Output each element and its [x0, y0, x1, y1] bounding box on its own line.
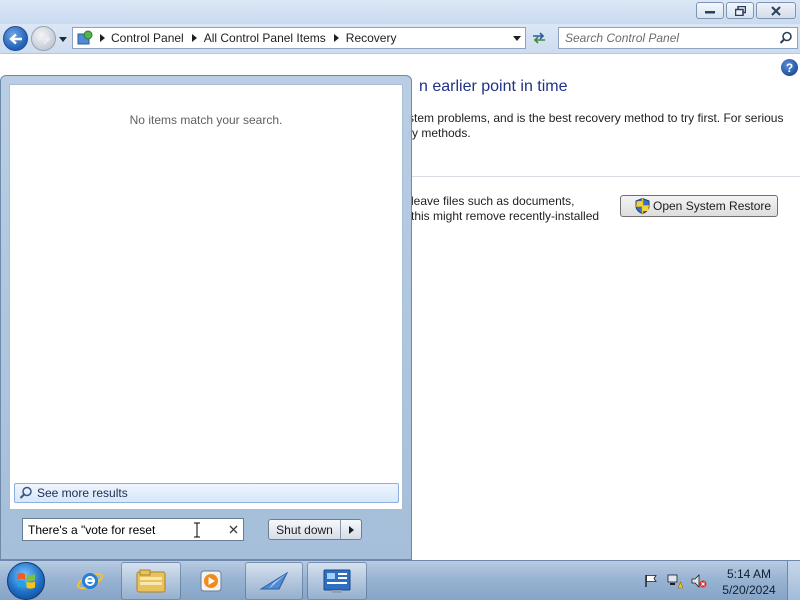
system-clock[interactable]: 5:14 AM 5/20/2024: [716, 566, 782, 598]
control-panel-icon: [75, 28, 95, 48]
taskbar-windows-explorer[interactable]: [121, 562, 181, 600]
address-bar[interactable]: Control Panel All Control Panel Items Re…: [72, 27, 526, 49]
clock-date: 5/20/2024: [722, 583, 776, 597]
taskbar-remote-app[interactable]: [245, 562, 303, 600]
network-warning-icon: [667, 574, 683, 589]
title-bar: [0, 0, 800, 24]
refresh-icon: [533, 32, 545, 44]
taskbar-media-player[interactable]: [186, 562, 236, 600]
close-button[interactable]: [756, 2, 796, 19]
back-arrow-icon: [8, 33, 22, 44]
taskbar-control-panel[interactable]: [307, 562, 367, 600]
remote-app-icon: [259, 571, 289, 590]
search-control-panel-box[interactable]: [558, 27, 798, 49]
see-more-results-label: See more results: [37, 486, 128, 500]
clock-time: 5:14 AM: [726, 567, 772, 581]
no-results-message: No items match your search.: [129, 113, 283, 127]
restore-window-icon: [734, 5, 746, 16]
system-restore-text-line-1: leave files such as documents,: [411, 194, 575, 208]
network-tray[interactable]: [666, 561, 684, 600]
chevron-right-icon: [348, 525, 354, 534]
show-desktop-button[interactable]: [787, 561, 800, 600]
minimize-icon: [705, 10, 715, 13]
clear-icon: [229, 525, 237, 533]
restore-description-line-1: stem problems, and is the best recovery …: [408, 111, 784, 125]
see-more-results-link[interactable]: See more results: [14, 483, 399, 503]
start-search-input[interactable]: [28, 521, 218, 538]
address-dropdown[interactable]: [511, 32, 523, 44]
forward-arrow-icon: [37, 33, 51, 44]
media-player-icon: [200, 570, 222, 592]
close-icon: [771, 5, 781, 16]
help-icon[interactable]: ?: [781, 59, 798, 76]
maximize-button[interactable]: [726, 2, 754, 19]
action-center-flag[interactable]: [642, 561, 660, 600]
start-search-box[interactable]: [22, 518, 244, 541]
minimize-button[interactable]: [696, 2, 724, 19]
refresh-button[interactable]: [527, 27, 551, 49]
search-input[interactable]: [565, 29, 775, 47]
section-divider: [408, 176, 800, 177]
forward-button[interactable]: [31, 26, 56, 51]
shut-down-control: Shut down: [268, 519, 362, 540]
start-button[interactable]: [7, 562, 45, 600]
shut-down-button[interactable]: Shut down: [269, 520, 341, 539]
taskbar: 5:14 AM 5/20/2024: [0, 560, 800, 600]
control-panel-icon: [323, 569, 351, 593]
system-restore-text-line-2: this might remove recently-installed: [411, 209, 600, 223]
uac-shield-icon: [635, 198, 650, 214]
shut-down-options-button[interactable]: [341, 520, 361, 539]
internet-explorer-icon: [77, 572, 103, 590]
search-results-panel: No items match your search. See more res…: [9, 84, 403, 510]
restore-description-line-2: ry methods.: [408, 126, 471, 140]
volume-muted-icon: [691, 574, 707, 588]
breadcrumb-control-panel[interactable]: Control Panel: [109, 31, 188, 45]
search-icon: [19, 486, 32, 499]
caption-buttons: [696, 2, 796, 19]
breadcrumb-separator-icon[interactable]: [188, 34, 202, 42]
windows-explorer-icon: [136, 569, 166, 593]
recent-pages-dropdown[interactable]: [58, 35, 67, 43]
chevron-down-icon: [58, 36, 67, 42]
breadcrumb-separator-icon[interactable]: [330, 34, 344, 42]
chevron-down-icon: [513, 35, 521, 41]
taskbar-internet-explorer[interactable]: [64, 562, 116, 600]
navigation-bar: Control Panel All Control Panel Items Re…: [0, 24, 800, 54]
start-menu: No items match your search. See more res…: [0, 75, 412, 560]
breadcrumb-recovery[interactable]: Recovery: [344, 31, 401, 45]
text-cursor-icon: [194, 522, 200, 538]
back-button[interactable]: [3, 26, 28, 51]
breadcrumb-all-control-panel-items[interactable]: All Control Panel Items: [202, 31, 330, 45]
restore-heading: n earlier point in time: [419, 78, 568, 95]
open-system-restore-button[interactable]: Open System Restore: [620, 195, 778, 217]
breadcrumb-separator-icon[interactable]: [95, 34, 109, 42]
clear-search-button[interactable]: [226, 522, 240, 536]
volume-tray[interactable]: [690, 561, 708, 600]
flag-icon: [645, 575, 657, 587]
open-system-restore-label: Open System Restore: [653, 199, 772, 213]
search-icon[interactable]: [779, 31, 793, 45]
windows-logo-icon: [17, 572, 35, 589]
